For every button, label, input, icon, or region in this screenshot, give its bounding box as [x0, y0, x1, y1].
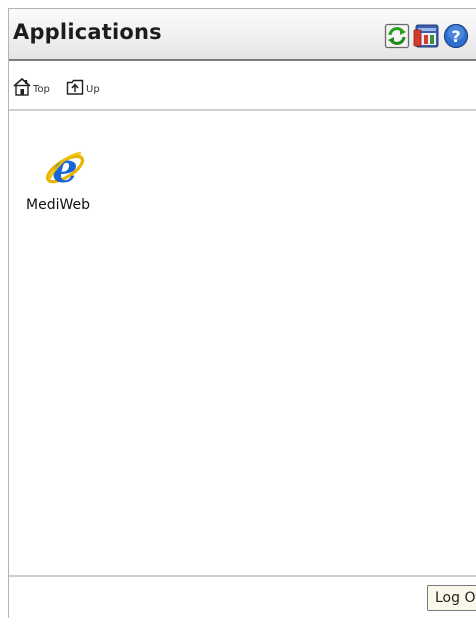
- toolbar-divider: [9, 109, 476, 111]
- app-item-mediweb[interactable]: e MediWeb: [21, 145, 111, 217]
- log-off-button[interactable]: Log Off: [427, 585, 476, 611]
- up-button[interactable]: Up: [66, 77, 106, 97]
- applications-list: e MediWeb: [9, 113, 476, 575]
- applications-window: Applications ? Top Up e MediWeb Log O: [8, 8, 476, 618]
- page-title: Applications: [13, 20, 162, 44]
- internet-explorer-icon: e: [43, 145, 87, 192]
- refresh-icon[interactable]: [384, 23, 410, 49]
- up-label: Up: [86, 84, 100, 95]
- navigation-toolbar: Top Up: [9, 61, 476, 111]
- top-button[interactable]: Top: [12, 77, 64, 97]
- help-icon[interactable]: ?: [443, 23, 469, 49]
- folder-up-icon: [66, 79, 84, 95]
- header-bar: Applications ?: [9, 9, 476, 61]
- home-icon: [13, 77, 31, 96]
- app-label: MediWeb: [26, 197, 90, 213]
- top-label: Top: [33, 84, 50, 95]
- preferences-icon[interactable]: [412, 23, 439, 49]
- svg-text:?: ?: [451, 27, 460, 46]
- footer-bar: Log Off: [9, 575, 476, 618]
